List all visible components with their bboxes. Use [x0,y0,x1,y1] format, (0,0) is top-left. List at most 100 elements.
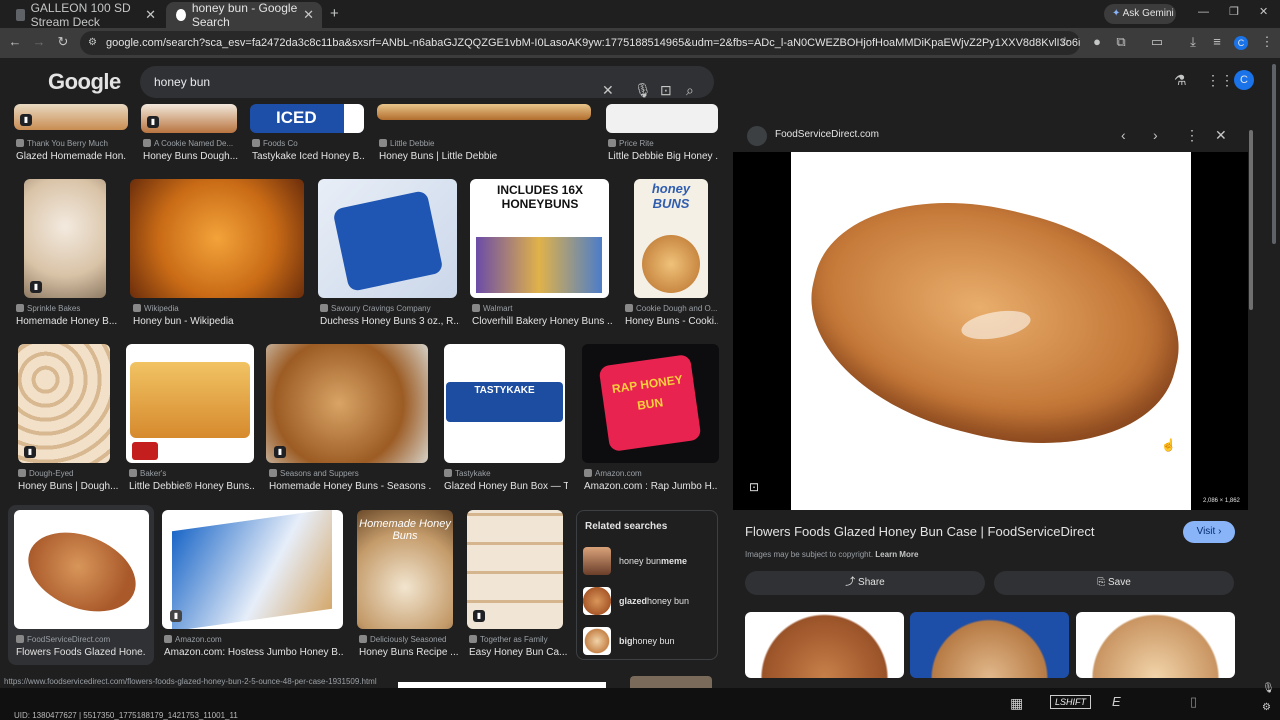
image-result[interactable]: ▮ [162,510,343,629]
search-query: honey bun [154,75,211,89]
image-result-selected[interactable] [14,510,149,629]
image-result[interactable] [130,179,304,298]
image-result[interactable]: INCLUDES 16X HONEYBUNS [470,179,609,298]
result-caption[interactable]: Amazon.com : Rap Jumbo H... [584,481,718,492]
related-image[interactable] [745,612,904,678]
result-caption[interactable]: Cloverhill Bakery Honey Buns ... [472,316,612,327]
minimize-icon[interactable]: — [1198,6,1209,18]
settings-icon[interactable]: ⚙ [1262,702,1271,713]
result-caption[interactable]: Honey Buns | Dough... [18,481,118,492]
bookmark-star-icon[interactable]: ☆ [1056,34,1074,50]
reload-icon[interactable]: ↻ [54,34,72,50]
related-image[interactable] [910,612,1069,678]
voice-search-icon[interactable]: 🎙 [634,74,652,106]
related-search-big[interactable]: big honey bun [583,625,713,657]
image-result-partial[interactable] [630,676,712,688]
close-tab-icon[interactable]: ✕ [303,7,314,23]
tab-google-search[interactable]: honey bun - Google Search ✕ [166,1,322,29]
site-favicon [252,139,260,147]
result-caption[interactable]: Tastykake Iced Honey B... [252,151,364,162]
result-caption[interactable]: Homemade Honey B... [16,316,126,327]
apps-grid-icon[interactable]: ⋮⋮ [1206,72,1234,89]
image-result[interactable]: ▮ [18,344,110,463]
extensions-puzzle-icon[interactable]: ⧉ [1112,34,1130,50]
image-result[interactable] [377,104,591,120]
preview-site[interactable]: FoodServiceDirect.com [775,129,879,140]
google-logo[interactable]: Google [48,69,121,95]
result-source: A Cookie Named De... [143,139,235,148]
labs-flask-icon[interactable]: ⚗ [1174,72,1187,89]
result-caption[interactable]: Honey bun - Wikipedia [133,316,303,327]
result-caption[interactable]: Little Debbie® Honey Buns... [129,481,255,492]
result-caption[interactable]: Glazed Homemade Hon... [16,151,126,162]
image-result[interactable]: Homemade Honey Buns [357,510,453,629]
close-tab-icon[interactable]: ✕ [145,7,156,23]
related-search-meme[interactable]: honey bun meme [583,545,713,577]
result-caption[interactable]: Honey Buns Dough... [143,151,238,162]
result-source: FoodServiceDirect.com [16,635,146,644]
taskbar-app-icon[interactable]: ▦ [1010,695,1023,712]
ask-gemini-button[interactable]: ✦ Ask Gemini [1104,4,1176,24]
address-bar[interactable]: ⚙ google.com/search?sca_esv=fa2472da3c8c… [80,31,1080,55]
related-image[interactable] [1076,612,1235,678]
extension-icon[interactable]: ● [1088,34,1106,49]
related-searches-title: Related searches [585,521,668,532]
new-tab-icon[interactable]: + [330,5,339,22]
learn-more-link[interactable]: Learn More [875,550,918,559]
search-input[interactable]: honey bun ✕ 🎙 ⊡ ⌕ [140,66,714,98]
lens-icon[interactable]: ⊡ [749,480,759,494]
result-caption[interactable]: Homemade Honey Buns - Seasons ... [269,481,431,492]
search-icon[interactable]: ⌕ [686,74,694,106]
cast-icon[interactable]: ▭ [1148,34,1166,50]
page-scrollbar[interactable] [1272,64,1276,244]
preview-image[interactable]: ☝ [787,152,1203,510]
reading-list-icon[interactable]: ≡ [1208,34,1226,49]
result-caption[interactable]: Flowers Foods Glazed Hone... [16,647,146,658]
close-preview-icon[interactable]: ✕ [1215,127,1227,144]
share-button[interactable]: ⤴ Share [745,571,985,595]
image-result[interactable]: ▮ [24,179,106,298]
browser-menu-icon[interactable]: ⋮ [1258,34,1276,50]
forward-icon[interactable]: → [30,34,48,49]
image-result[interactable] [606,104,718,133]
save-button[interactable]: ⎘ Save [994,571,1234,595]
back-icon[interactable]: ← [6,34,24,49]
image-result[interactable]: RAP HONEY BUN [582,344,719,463]
download-icon[interactable]: ⤓ [1184,34,1202,50]
result-caption[interactable]: Honey Buns Recipe ... [359,647,459,658]
image-result[interactable]: honey BUNS [634,179,708,298]
image-result[interactable]: ▮ [266,344,428,463]
site-info-icon[interactable]: ⚙ [88,31,97,55]
profile-avatar[interactable]: C [1234,36,1248,50]
result-caption[interactable]: Glazed Honey Bun Box — T... [444,481,568,492]
result-caption[interactable]: Little Debbie Big Honey ... [608,151,718,162]
result-caption[interactable]: Duchess Honey Buns 3 oz., R... [320,316,460,327]
image-result[interactable]: ICED [250,104,364,133]
taskbar-app-icon[interactable]: ▯ [1190,694,1197,710]
image-result[interactable]: ▮ [467,510,563,629]
clear-search-icon[interactable]: ✕ [602,74,614,106]
video-badge-icon: ▮ [20,114,32,126]
panel-scrollbar[interactable] [1249,130,1253,310]
lens-search-icon[interactable]: ⊡ [660,74,672,106]
result-caption[interactable]: Honey Buns - Cooki... [625,316,718,327]
visit-button[interactable]: Visit › [1183,521,1235,543]
image-result[interactable]: ▮ [141,104,237,133]
result-caption[interactable]: Easy Honey Bun Ca... [469,647,569,658]
google-account-avatar[interactable]: C [1234,70,1254,90]
result-caption[interactable]: Amazon.com: Hostess Jumbo Honey B... [164,647,344,658]
image-result[interactable]: ▮ [14,104,128,130]
image-result[interactable] [318,179,457,298]
result-caption[interactable]: Honey Buns | Little Debbie [379,151,509,162]
related-search-glazed[interactable]: glazed honey bun [583,585,713,617]
image-result[interactable]: TASTYKAKE [444,344,565,463]
next-image-icon[interactable]: › [1153,127,1158,143]
microphone-icon[interactable]: 🎙 [1262,683,1275,694]
image-result[interactable] [126,344,254,463]
close-window-icon[interactable]: ✕ [1259,5,1268,18]
tab-stream-deck[interactable]: GALLEON 100 SD Stream Deck ✕ [6,1,164,29]
preview-title[interactable]: Flowers Foods Glazed Honey Bun Case | Fo… [745,524,1165,539]
restore-icon[interactable]: ❐ [1229,5,1239,18]
more-options-icon[interactable]: ⋮ [1185,127,1199,144]
previous-image-icon[interactable]: ‹ [1121,127,1126,143]
